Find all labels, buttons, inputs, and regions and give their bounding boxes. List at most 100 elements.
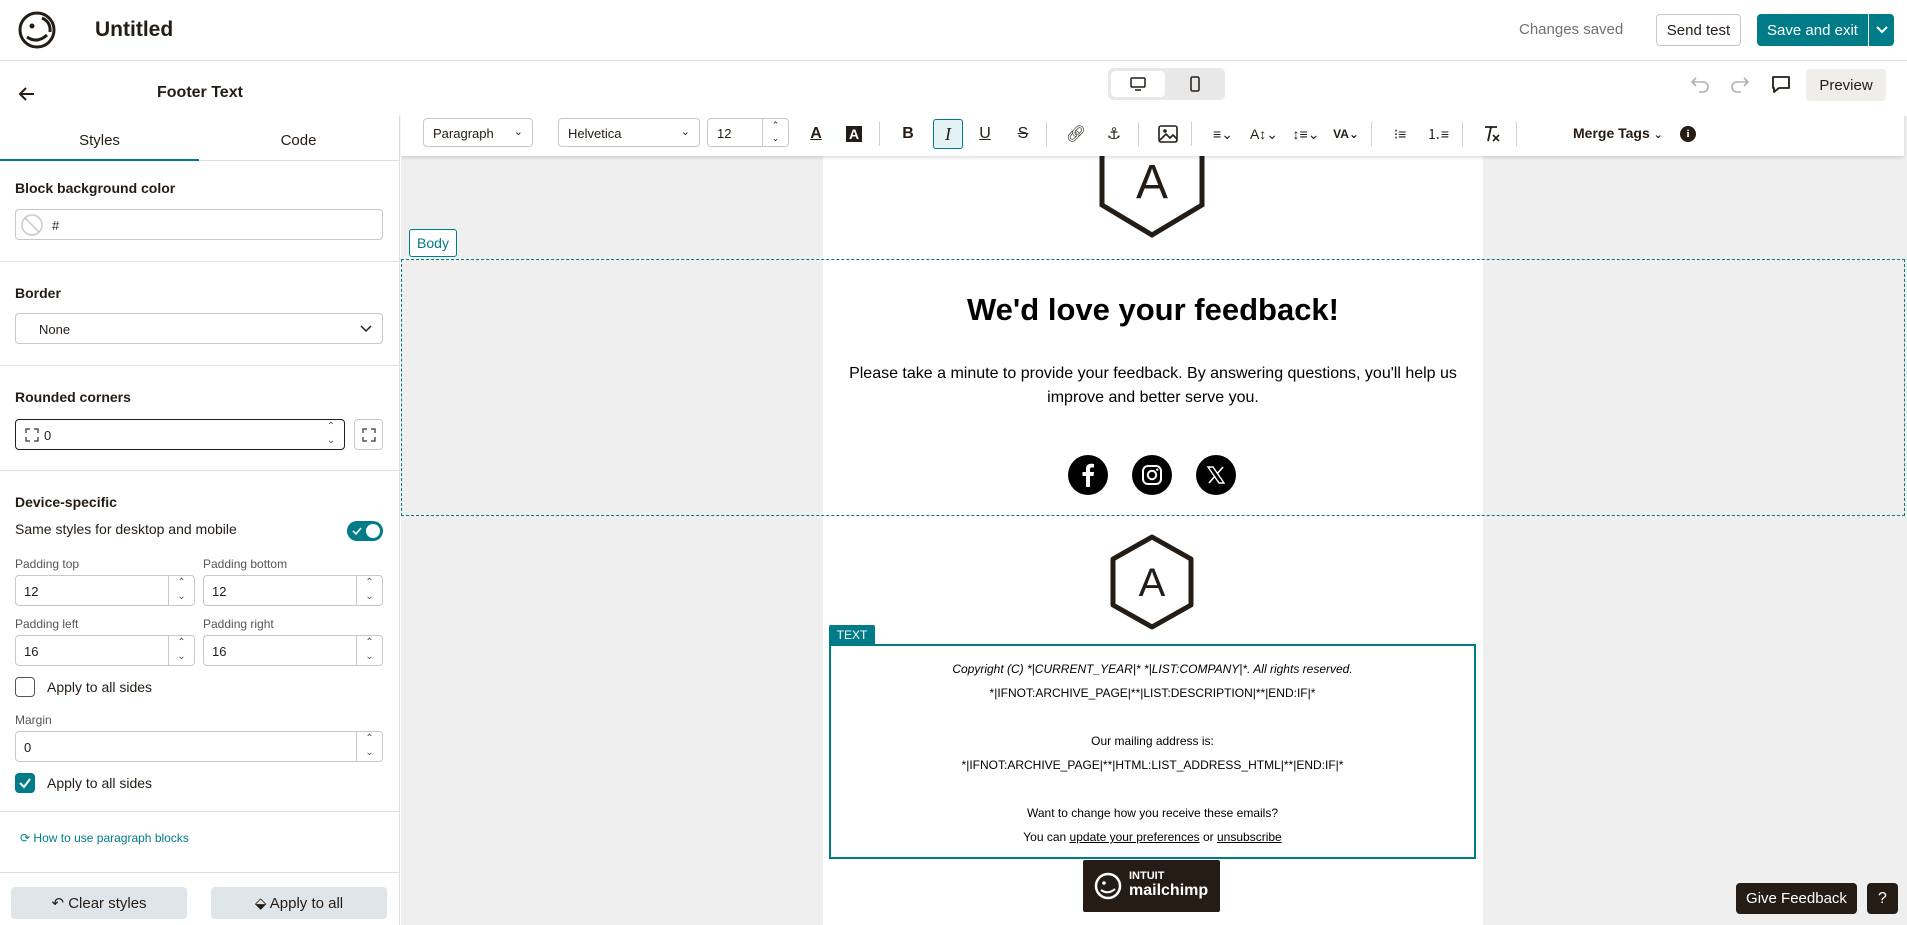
- email-paragraph[interactable]: Please take a minute to provide your fee…: [843, 362, 1463, 410]
- help-link[interactable]: ⟳ How to use paragraph blocks: [20, 831, 189, 845]
- padding-left-stepper[interactable]: ⌃ ⌄: [168, 636, 194, 665]
- merge-tags-dropdown[interactable]: Merge Tags ⌄: [1573, 125, 1663, 141]
- chevron-down-icon: ⌄: [680, 126, 690, 138]
- tab-code[interactable]: Code: [199, 126, 398, 161]
- anchor-icon[interactable]: ⚓︎: [1102, 122, 1126, 146]
- padding-bottom-input[interactable]: 12 ⌃ ⌄: [203, 575, 383, 606]
- logo-letter: A: [1136, 156, 1168, 209]
- italic-icon[interactable]: I: [933, 119, 963, 149]
- panel-title: Footer Text: [157, 84, 243, 101]
- apply-all-padding-label: Apply to all sides: [47, 679, 153, 695]
- toolbar-separator: [1462, 122, 1463, 146]
- rounded-stepper[interactable]: ⌃ ⌄: [318, 420, 344, 449]
- padding-top-input[interactable]: 12 ⌃ ⌄: [15, 575, 195, 606]
- save-and-exit-button[interactable]: Save and exit: [1757, 14, 1868, 46]
- letter-spacing-icon[interactable]: VA⌄: [1329, 122, 1363, 146]
- chevron-down-icon: [360, 325, 372, 333]
- email-heading[interactable]: We'd love your feedback!: [823, 292, 1483, 328]
- bg-color-label: Block background color: [15, 180, 176, 196]
- apply-all-margin-label: Apply to all sides: [47, 775, 153, 791]
- margin-input[interactable]: 0 ⌃ ⌄: [15, 731, 383, 762]
- update-preferences-link[interactable]: update your preferences: [1070, 830, 1200, 844]
- hexagon-logo-icon[interactable]: A: [1097, 150, 1207, 240]
- padding-top-stepper[interactable]: ⌃ ⌄: [168, 576, 194, 605]
- save-status: Changes saved: [1519, 21, 1624, 38]
- chevron-down-icon: [1875, 26, 1888, 34]
- font-size-adjust-icon[interactable]: A↕⌄: [1246, 122, 1282, 146]
- undo-icon[interactable]: [1690, 75, 1710, 93]
- unsubscribe-link[interactable]: unsubscribe: [1217, 830, 1282, 844]
- info-icon[interactable]: i: [1680, 126, 1696, 142]
- toolbar-separator: [879, 122, 880, 146]
- margin-stepper[interactable]: ⌃ ⌄: [356, 732, 382, 761]
- chevron-down-icon: ⌄: [513, 126, 523, 138]
- facebook-icon[interactable]: [1068, 455, 1108, 495]
- image-icon[interactable]: [1156, 122, 1180, 146]
- text-color-icon[interactable]: A: [804, 122, 828, 146]
- footer-or: or: [1202, 830, 1214, 844]
- padding-right-label: Padding right: [203, 617, 274, 631]
- comment-icon[interactable]: [1770, 74, 1792, 94]
- bullet-list-icon[interactable]: ⁝≡: [1388, 122, 1412, 146]
- divider: [0, 365, 400, 366]
- font-select[interactable]: Helvetica ⌄: [558, 118, 700, 147]
- hexagon-logo-icon[interactable]: A: [1107, 533, 1197, 633]
- footer-address: *|IFNOT:ARCHIVE_PAGE|**|HTML:LIST_ADDRES…: [961, 758, 1344, 772]
- underline-icon[interactable]: U: [973, 122, 997, 146]
- save-options-dropdown[interactable]: [1869, 14, 1894, 46]
- back-arrow-icon[interactable]: [17, 84, 37, 104]
- padding-right-input[interactable]: 16 ⌃ ⌄: [203, 635, 383, 666]
- instagram-icon[interactable]: [1132, 455, 1172, 495]
- check-icon: [352, 527, 362, 536]
- block-type-value: Paragraph: [433, 126, 494, 141]
- link-icon[interactable]: 🔗︎: [1064, 122, 1088, 146]
- block-type-select[interactable]: Paragraph ⌄: [423, 118, 533, 147]
- highlight-color-icon[interactable]: A: [842, 122, 866, 146]
- desktop-view-button[interactable]: [1111, 71, 1165, 97]
- mobile-view-button[interactable]: [1168, 71, 1222, 97]
- preview-button[interactable]: Preview: [1806, 69, 1886, 101]
- font-size-stepper[interactable]: ⌃ ⌄: [762, 119, 788, 146]
- padding-top-label: Padding top: [15, 557, 80, 571]
- x-twitter-icon[interactable]: [1196, 455, 1236, 495]
- give-feedback-button[interactable]: Give Feedback: [1736, 883, 1857, 914]
- strikethrough-icon[interactable]: S: [1011, 122, 1035, 146]
- bold-icon[interactable]: B: [896, 122, 920, 146]
- apply-all-padding-checkbox[interactable]: [15, 677, 35, 697]
- intuit-mailchimp-badge[interactable]: INTUIT mailchimp: [1083, 860, 1220, 912]
- toggle-knob: [366, 524, 380, 538]
- numbered-list-icon[interactable]: ⒈≡: [1426, 122, 1450, 146]
- campaign-title[interactable]: Untitled: [95, 18, 173, 42]
- footer-you-can: You can: [1023, 830, 1067, 844]
- expand-corners-button[interactable]: [354, 419, 383, 450]
- bg-color-input[interactable]: #: [15, 209, 383, 240]
- footer-text-block[interactable]: [829, 644, 1476, 859]
- apply-all-margin-checkbox[interactable]: [15, 773, 35, 793]
- toolbar-separator: [1371, 122, 1372, 146]
- padding-left-input[interactable]: 16 ⌃ ⌄: [15, 635, 195, 666]
- font-size-input[interactable]: 12 ⌃ ⌄: [707, 118, 789, 147]
- help-button[interactable]: ?: [1867, 883, 1898, 914]
- font-value: Helvetica: [568, 126, 622, 141]
- send-test-button[interactable]: Send test: [1656, 14, 1741, 46]
- rounded-corners-input[interactable]: 0 ⌃ ⌄: [15, 419, 345, 450]
- line-height-icon[interactable]: ↕≡⌄: [1289, 122, 1323, 146]
- align-icon[interactable]: ≡⌄: [1207, 122, 1239, 146]
- body-section-tag[interactable]: Body: [409, 229, 457, 257]
- padding-right-stepper[interactable]: ⌃ ⌄: [356, 636, 382, 665]
- apply-to-all-button[interactable]: ⬙ Apply to all: [211, 887, 387, 919]
- clear-formatting-icon[interactable]: [1479, 122, 1503, 146]
- rounded-corners-value: 0: [44, 428, 52, 443]
- top-bar: Untitled Changes saved Send test Save an…: [0, 0, 1907, 61]
- clear-styles-button[interactable]: ↶ Clear styles: [11, 887, 187, 919]
- padding-bottom-label: Padding bottom: [203, 557, 288, 571]
- same-styles-toggle[interactable]: [347, 521, 383, 541]
- tab-styles[interactable]: Styles: [0, 126, 199, 161]
- expand-icon: [362, 428, 376, 442]
- border-label: Border: [15, 285, 61, 301]
- mailchimp-logo-icon[interactable]: [17, 10, 57, 50]
- padding-bottom-stepper[interactable]: ⌃ ⌄: [356, 576, 382, 605]
- redo-icon[interactable]: [1730, 75, 1750, 93]
- text-block-tag[interactable]: TEXT: [829, 625, 875, 645]
- border-select[interactable]: None: [15, 313, 383, 344]
